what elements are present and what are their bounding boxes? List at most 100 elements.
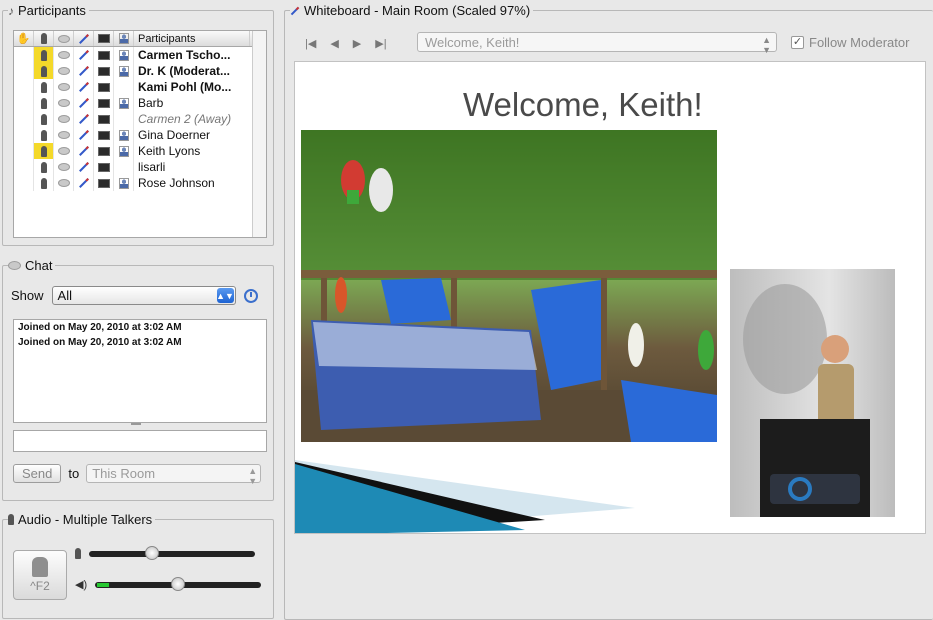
- participant-row[interactable]: Barb: [14, 95, 266, 111]
- pencil-icon: [78, 130, 89, 140]
- mic-cell[interactable]: [34, 159, 54, 175]
- chat-cell[interactable]: [54, 95, 74, 111]
- follow-moderator[interactable]: ✓ Follow Moderator: [791, 35, 909, 50]
- participant-row[interactable]: Gina Doerner: [14, 127, 266, 143]
- video-column[interactable]: [114, 31, 134, 46]
- mic-cell[interactable]: [34, 63, 54, 79]
- raise-hand-cell[interactable]: [14, 111, 34, 127]
- video-cell[interactable]: [114, 159, 134, 175]
- participant-row[interactable]: Carmen Tscho...: [14, 47, 266, 63]
- draw-cell[interactable]: [74, 175, 94, 191]
- draw-cell[interactable]: [74, 47, 94, 63]
- raise-hand-cell[interactable]: [14, 47, 34, 63]
- participant-row[interactable]: Kami Pohl (Mo...: [14, 79, 266, 95]
- participant-row[interactable]: Rose Johnson: [14, 175, 266, 191]
- chat-filter-select[interactable]: All ▲▼: [51, 286, 236, 305]
- mic-cell[interactable]: [34, 143, 54, 159]
- draw-cell[interactable]: [74, 111, 94, 127]
- video-cell[interactable]: [114, 79, 134, 95]
- raise-hand-cell[interactable]: [14, 159, 34, 175]
- draw-cell[interactable]: [74, 159, 94, 175]
- screen-cell[interactable]: [94, 143, 114, 159]
- participants-column-header[interactable]: Participants: [134, 31, 250, 46]
- participant-row[interactable]: Dr. K (Moderat...: [14, 63, 266, 79]
- microphone-icon: [40, 33, 47, 44]
- screen-cell[interactable]: [94, 47, 114, 63]
- draw-column[interactable]: [74, 31, 94, 46]
- send-button[interactable]: Send: [13, 464, 62, 483]
- participants-rows: Carmen Tscho... Dr. K (Moderat... Kami Poh…: [14, 47, 266, 191]
- draw-cell[interactable]: [74, 95, 94, 111]
- hand-icon: ✋: [16, 33, 31, 45]
- chat-cell[interactable]: [54, 159, 74, 175]
- draw-cell[interactable]: [74, 79, 94, 95]
- chat-cell[interactable]: [54, 143, 74, 159]
- mic-cell[interactable]: [34, 79, 54, 95]
- chat-cell[interactable]: [54, 175, 74, 191]
- follow-moderator-checkbox[interactable]: ✓: [791, 36, 804, 49]
- video-cell[interactable]: [114, 111, 134, 127]
- slide-select[interactable]: Welcome, Keith! ▲ ▼: [417, 32, 777, 55]
- screen-cell[interactable]: [94, 159, 114, 175]
- participants-list[interactable]: ✋ Participants ⇅ Carmen Tscho...Dr. K (M…: [13, 30, 267, 238]
- participants-scrollbar[interactable]: [252, 31, 266, 237]
- screen-cell[interactable]: [94, 79, 114, 95]
- video-cell[interactable]: [114, 63, 134, 79]
- mic-cell[interactable]: [34, 95, 54, 111]
- mic-cell[interactable]: [34, 47, 54, 63]
- clock-icon[interactable]: [243, 288, 258, 303]
- chat-column[interactable]: [54, 31, 74, 46]
- raise-hand-cell[interactable]: [14, 79, 34, 95]
- chat-cell[interactable]: [54, 63, 74, 79]
- raise-hand-cell[interactable]: [14, 127, 34, 143]
- participant-row[interactable]: Keith Lyons: [14, 143, 266, 159]
- chat-cell[interactable]: [54, 79, 74, 95]
- mic-cell[interactable]: [34, 127, 54, 143]
- last-slide-icon[interactable]: ▶|: [375, 37, 386, 50]
- slider-knob[interactable]: [171, 576, 186, 591]
- video-cell[interactable]: [114, 95, 134, 111]
- participant-row[interactable]: Carmen 2 (Away): [14, 111, 266, 127]
- speaker-volume-slider[interactable]: [95, 576, 262, 591]
- screen-cell[interactable]: [94, 95, 114, 111]
- draw-cell[interactable]: [74, 63, 94, 79]
- next-slide-icon[interactable]: ▶: [353, 37, 361, 50]
- chat-cell[interactable]: [54, 127, 74, 143]
- video-cell[interactable]: [114, 47, 134, 63]
- video-cell[interactable]: [114, 127, 134, 143]
- chat-input[interactable]: [13, 430, 267, 452]
- participant-row[interactable]: lisarli: [14, 159, 266, 175]
- raise-hand-cell[interactable]: [14, 143, 34, 159]
- slide-swoosh-graphic: [295, 460, 635, 533]
- draw-cell[interactable]: [74, 143, 94, 159]
- video-cell[interactable]: [114, 143, 134, 159]
- previous-slide-icon[interactable]: ◀: [330, 37, 338, 50]
- raise-hand-cell[interactable]: [14, 95, 34, 111]
- slider-knob[interactable]: [145, 545, 160, 560]
- mic-cell[interactable]: [34, 175, 54, 191]
- screen-cell[interactable]: [94, 175, 114, 191]
- screen-cell[interactable]: [94, 127, 114, 143]
- whiteboard-slide[interactable]: Welcome, Keith!: [294, 61, 926, 534]
- mic-column[interactable]: [34, 31, 54, 46]
- splitter-handle[interactable]: [131, 423, 141, 425]
- video-cell[interactable]: [114, 175, 134, 191]
- talk-button[interactable]: ^F2: [13, 550, 67, 600]
- person-icon: [118, 177, 129, 189]
- raise-hand-cell[interactable]: [14, 175, 34, 191]
- raise-hand-column[interactable]: ✋: [14, 31, 34, 46]
- pencil-icon: [78, 50, 89, 60]
- chat-cell[interactable]: [54, 111, 74, 127]
- chat-cell[interactable]: [54, 47, 74, 63]
- chat-bubble-icon: [57, 34, 70, 43]
- screen-cell[interactable]: [94, 63, 114, 79]
- screen-cell[interactable]: [94, 111, 114, 127]
- mic-cell[interactable]: [34, 111, 54, 127]
- draw-cell[interactable]: [74, 127, 94, 143]
- raise-hand-cell[interactable]: [14, 63, 34, 79]
- chevron-updown-icon: ▲▼: [216, 288, 234, 303]
- first-slide-icon[interactable]: |◀: [305, 37, 316, 50]
- recipient-select[interactable]: This Room ▲ ▼: [86, 464, 262, 486]
- screen-column[interactable]: [94, 31, 114, 46]
- mic-level-slider[interactable]: [89, 545, 255, 560]
